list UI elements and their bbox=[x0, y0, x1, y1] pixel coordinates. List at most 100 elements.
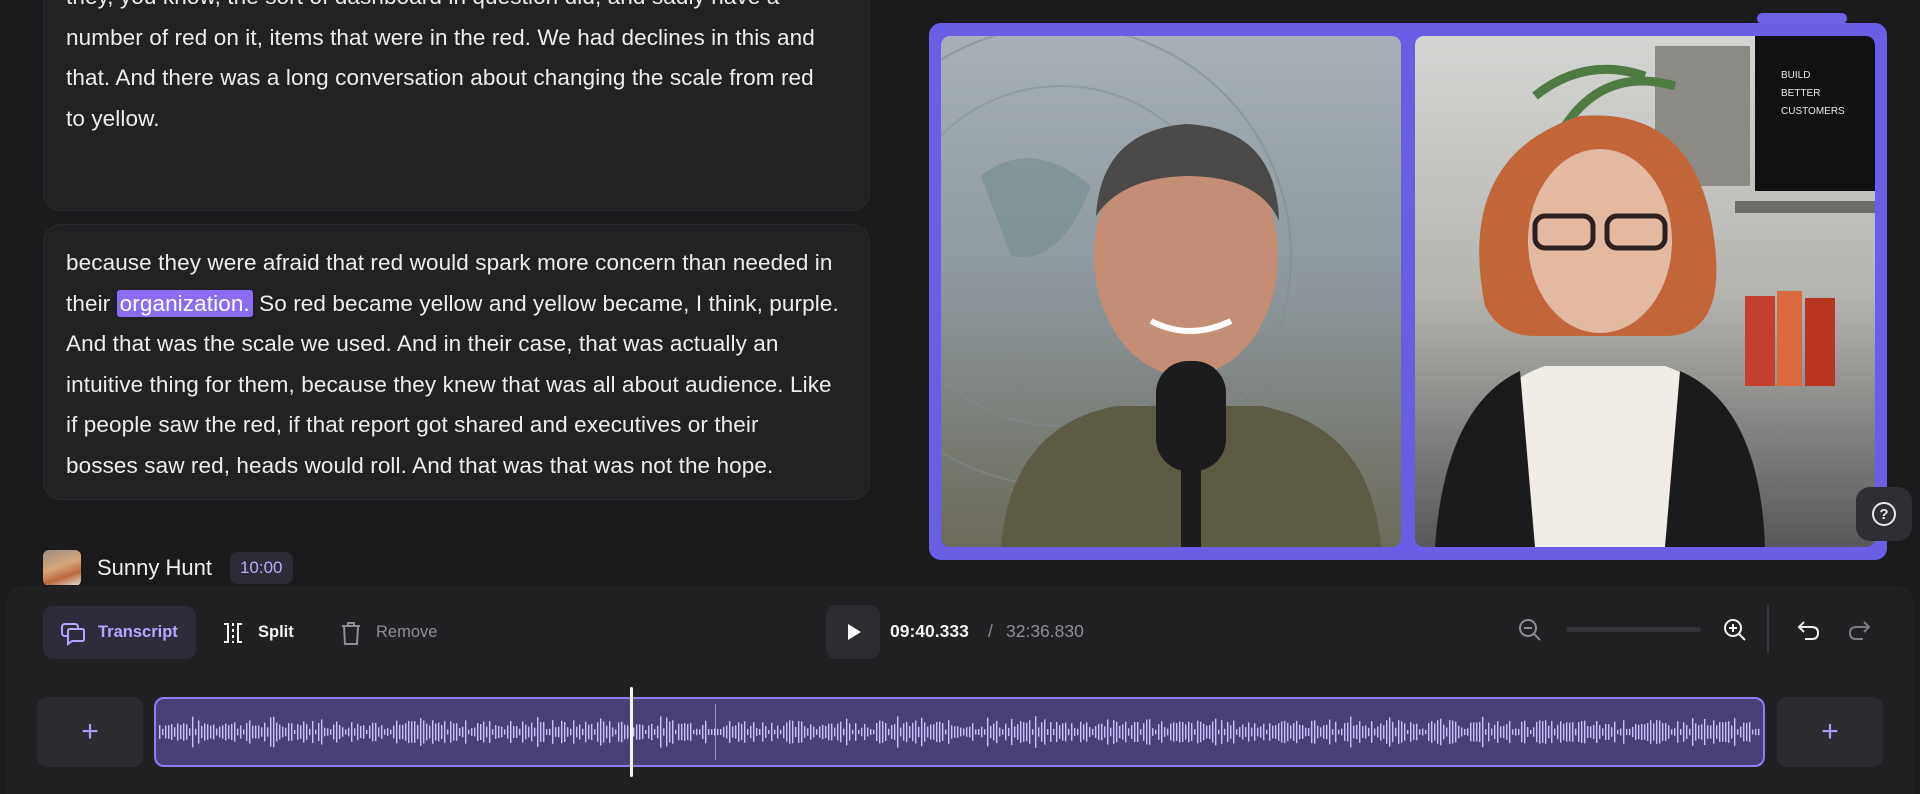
waveform-bar bbox=[972, 723, 974, 741]
waveform-bar bbox=[1647, 722, 1649, 742]
waveform-bar bbox=[1038, 727, 1040, 737]
waveform-bar bbox=[489, 721, 491, 743]
timestamp-badge[interactable]: 10:00 bbox=[229, 552, 293, 584]
transcript-line[interactable]: they, you know, the sort of dashboard in… bbox=[66, 0, 847, 18]
waveform-bar bbox=[723, 726, 725, 738]
waveform-bar bbox=[1185, 724, 1187, 740]
transcript-button[interactable]: Transcript bbox=[43, 606, 196, 659]
waveform-bar bbox=[1107, 719, 1109, 745]
waveform-bar bbox=[816, 729, 818, 735]
waveform-bar bbox=[1758, 728, 1760, 736]
waveform-bar bbox=[459, 727, 461, 737]
waveform-bar bbox=[561, 720, 563, 744]
zoom-in-icon[interactable] bbox=[1722, 617, 1748, 643]
help-button[interactable]: ? bbox=[1856, 487, 1912, 541]
waveform-bar bbox=[669, 721, 671, 743]
waveform-bar bbox=[258, 725, 260, 739]
waveform-bar bbox=[522, 721, 524, 743]
waveform-bar bbox=[882, 721, 884, 743]
transcript-line[interactable]: because they were afraid that red would … bbox=[66, 243, 847, 284]
waveform-bar bbox=[1179, 721, 1181, 743]
undo-icon[interactable] bbox=[1796, 617, 1822, 643]
transcript-line[interactable]: their organization. So red became yellow… bbox=[66, 284, 847, 325]
waveform-bar bbox=[726, 725, 728, 739]
remove-button[interactable]: Remove bbox=[338, 606, 448, 659]
zoom-out-icon[interactable] bbox=[1517, 617, 1543, 643]
waveform-bar bbox=[1356, 724, 1358, 740]
video-preview[interactable]: BUILD BETTER CUSTOMERS bbox=[929, 13, 1887, 560]
waveform-bar bbox=[1035, 716, 1037, 748]
waveform-bar bbox=[1635, 724, 1637, 740]
waveform-bar bbox=[1152, 728, 1154, 736]
waveform-bar bbox=[1218, 729, 1220, 735]
transcript-line[interactable]: And that was the scale we used. And in t… bbox=[66, 324, 847, 365]
transcript-line[interactable]: that. And there was a long conversation … bbox=[66, 58, 847, 99]
waveform-bar bbox=[1257, 727, 1259, 737]
waveform-bar bbox=[1653, 723, 1655, 741]
speaker-name[interactable]: Sunny Hunt bbox=[97, 555, 212, 581]
transcript-line[interactable]: intuitive thing for them, because they k… bbox=[66, 365, 847, 406]
trash-icon bbox=[338, 620, 364, 646]
waveform-bar bbox=[1020, 720, 1022, 744]
waveform-bar bbox=[1497, 721, 1499, 743]
waveform-bar bbox=[666, 717, 668, 747]
transcript-word[interactable]: So red became yellow and yellow became, … bbox=[259, 291, 839, 316]
waveform-bar bbox=[1014, 726, 1016, 738]
add-clip-before-button[interactable]: + bbox=[37, 697, 143, 767]
transcript-paragraph[interactable]: because they were afraid that red would … bbox=[43, 224, 870, 500]
waveform-bar bbox=[1683, 722, 1685, 742]
waveform-bar bbox=[426, 723, 428, 741]
audio-waveform-track[interactable] bbox=[154, 697, 1765, 767]
waveform-bar bbox=[471, 728, 473, 736]
waveform-bar bbox=[1053, 728, 1055, 736]
waveform-bar bbox=[1422, 728, 1424, 736]
waveform-bar bbox=[450, 721, 452, 743]
waveform-bar bbox=[1428, 723, 1430, 741]
redo-icon[interactable] bbox=[1846, 617, 1872, 643]
waveform-bar bbox=[1659, 720, 1661, 744]
waveform-bar bbox=[1320, 727, 1322, 737]
waveform-bar bbox=[1299, 724, 1301, 740]
transcript-line[interactable]: bosses saw red, heads would roll. And th… bbox=[66, 446, 847, 487]
waveform-bar bbox=[231, 723, 233, 741]
waveform-bar bbox=[1419, 729, 1421, 735]
waveform-bar bbox=[462, 726, 464, 738]
transcript-word[interactable]: their bbox=[66, 291, 110, 316]
waveform-bar bbox=[1269, 723, 1271, 741]
waveform-bar bbox=[1170, 723, 1172, 741]
waveform-bar bbox=[1200, 721, 1202, 743]
waveform-bar bbox=[1248, 722, 1250, 742]
split-button[interactable]: Split bbox=[220, 606, 310, 659]
waveform-bar bbox=[954, 726, 956, 738]
waveform-bar bbox=[1245, 727, 1247, 737]
playhead[interactable] bbox=[630, 687, 633, 777]
zoom-slider[interactable] bbox=[1566, 627, 1701, 632]
waveform-bar bbox=[1365, 725, 1367, 739]
waveform-bar bbox=[1626, 728, 1628, 736]
play-button[interactable] bbox=[826, 605, 880, 659]
transcript-line[interactable]: number of red on it, items that were in … bbox=[66, 18, 847, 59]
add-clip-after-button[interactable]: + bbox=[1777, 697, 1883, 767]
waveform-bar bbox=[552, 720, 554, 744]
waveform-bar bbox=[456, 723, 458, 741]
waveform-bar bbox=[813, 726, 815, 738]
waveform-bar bbox=[294, 729, 296, 735]
transcript-paragraph[interactable]: they, you know, the sort of dashboard in… bbox=[43, 0, 870, 211]
waveform-bars bbox=[159, 716, 1760, 748]
transcript-line[interactable]: if people saw the red, if that report go… bbox=[66, 405, 847, 446]
waveform-bar bbox=[654, 729, 656, 735]
waveform-bar bbox=[195, 728, 197, 736]
waveform-bar bbox=[501, 726, 503, 738]
highlighted-word[interactable]: organization. bbox=[116, 289, 253, 317]
waveform-bar bbox=[1305, 727, 1307, 737]
waveform-bar bbox=[1674, 728, 1676, 736]
clip-marker[interactable] bbox=[715, 704, 716, 760]
transcript-line[interactable]: to yellow. bbox=[66, 99, 847, 140]
waveform-bar bbox=[1746, 722, 1748, 742]
transcript-panel: they, you know, the sort of dashboard in… bbox=[0, 0, 900, 585]
waveform-bar bbox=[1701, 724, 1703, 740]
waveform-bar bbox=[924, 722, 926, 742]
waveform-bar bbox=[1578, 722, 1580, 742]
waveform-bar bbox=[1506, 724, 1508, 740]
waveform-bar bbox=[1092, 728, 1094, 736]
